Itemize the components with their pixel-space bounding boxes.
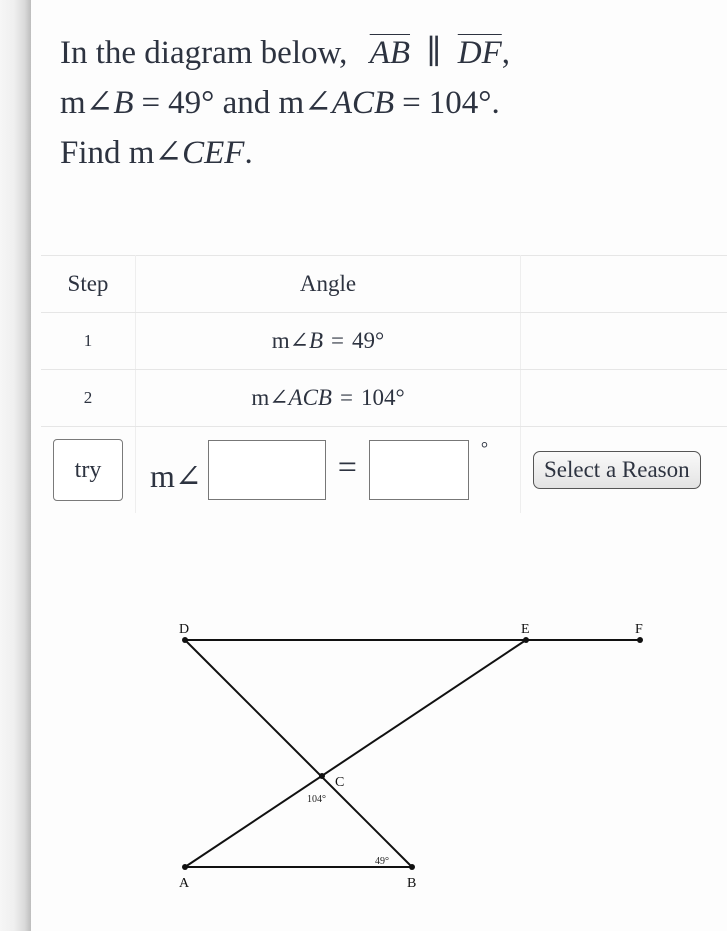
geometry-diagram: D E F C A B 104° 49° (179, 622, 643, 891)
label-e: E (521, 622, 530, 637)
label-d: D (179, 622, 189, 637)
label-b: B (407, 876, 416, 891)
label-c: C (335, 775, 344, 790)
point-c (319, 773, 325, 779)
segment-db (184, 639, 413, 868)
point-e (523, 637, 529, 643)
segment-ea (184, 639, 527, 868)
angle-label-b: 49° (375, 856, 389, 867)
angle-label-acb: 104° (307, 794, 326, 805)
point-f (637, 637, 643, 643)
point-d (182, 637, 188, 643)
label-a: A (179, 876, 190, 891)
point-b (409, 864, 415, 870)
point-a (182, 864, 188, 870)
label-f: F (635, 622, 643, 637)
